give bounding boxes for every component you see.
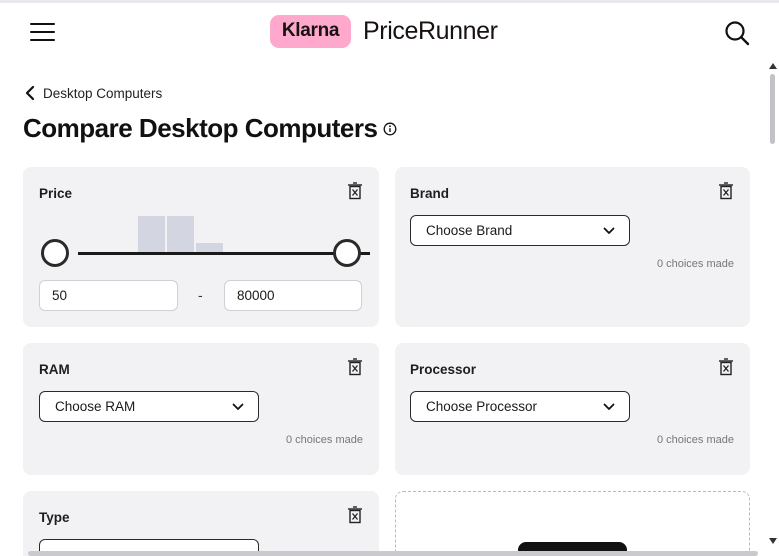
price-min-input[interactable]	[39, 280, 178, 311]
price-slider-max-handle[interactable]	[333, 239, 361, 267]
chevron-left-icon	[25, 85, 35, 101]
ram-filter-card: RAM Choose RAM 0 choices made	[23, 343, 379, 475]
scrollbar-thumb[interactable]	[770, 74, 775, 144]
clear-type-filter-icon[interactable]	[346, 506, 364, 524]
price-slider-min-handle[interactable]	[41, 239, 69, 267]
clear-processor-filter-icon[interactable]	[717, 358, 735, 376]
info-icon[interactable]	[383, 122, 397, 136]
price-filter-card: Price -	[23, 167, 379, 327]
brand-choices-count: 0 choices made	[656, 258, 734, 270]
ram-choices-count: 0 choices made	[285, 434, 363, 446]
add-filter-card	[395, 491, 750, 556]
brand-dropdown[interactable]: Choose Brand	[410, 215, 630, 246]
processor-dropdown[interactable]: Choose Processor	[410, 391, 630, 422]
brand-dropdown-label: Choose Brand	[426, 223, 513, 238]
processor-choices-count: 0 choices made	[656, 434, 734, 446]
price-histogram-bar	[138, 216, 165, 254]
page-title: Compare Desktop Computers	[23, 113, 378, 143]
clear-brand-filter-icon[interactable]	[717, 182, 735, 200]
price-max-input[interactable]	[224, 280, 362, 311]
page-title-row: Compare Desktop Computers	[23, 113, 397, 144]
horizontal-scrollbar[interactable]	[28, 551, 758, 556]
scroll-up-arrow-icon[interactable]	[769, 63, 777, 69]
price-filter-title: Price	[39, 186, 73, 201]
breadcrumb[interactable]: Desktop Computers	[24, 85, 162, 101]
ram-filter-title: RAM	[39, 362, 70, 377]
brand-filter-title: Brand	[410, 186, 450, 201]
ram-dropdown[interactable]: Choose RAM	[39, 391, 259, 422]
ram-dropdown-label: Choose RAM	[55, 399, 136, 414]
type-filter-card: Type	[23, 491, 379, 556]
clear-price-filter-icon[interactable]	[346, 182, 364, 200]
klarna-badge: Klarna	[270, 14, 351, 48]
price-histogram	[78, 214, 370, 254]
processor-filter-title: Processor	[410, 362, 477, 377]
chevron-down-icon	[603, 227, 615, 234]
price-range-separator: -	[198, 287, 203, 303]
hamburger-menu-icon[interactable]	[30, 22, 56, 42]
clear-ram-filter-icon[interactable]	[346, 358, 364, 376]
pricerunner-logo[interactable]: Klarna PriceRunner	[270, 14, 498, 48]
chevron-down-icon	[232, 403, 244, 410]
breadcrumb-label: Desktop Computers	[43, 85, 163, 101]
price-slider-track[interactable]	[78, 252, 370, 255]
vertical-scrollbar[interactable]	[765, 62, 779, 556]
search-icon[interactable]	[724, 20, 750, 46]
processor-filter-card: Processor Choose Processor 0 choices mad…	[395, 343, 750, 475]
logo-text: PriceRunner	[363, 16, 498, 45]
site-header: Klarna PriceRunner	[0, 3, 779, 60]
brand-filter-card: Brand Choose Brand 0 choices made	[395, 167, 750, 327]
scroll-down-arrow-icon[interactable]	[769, 538, 777, 544]
type-filter-title: Type	[39, 510, 70, 525]
chevron-down-icon	[603, 403, 615, 410]
price-histogram-bar	[167, 216, 194, 254]
processor-dropdown-label: Choose Processor	[426, 399, 538, 414]
